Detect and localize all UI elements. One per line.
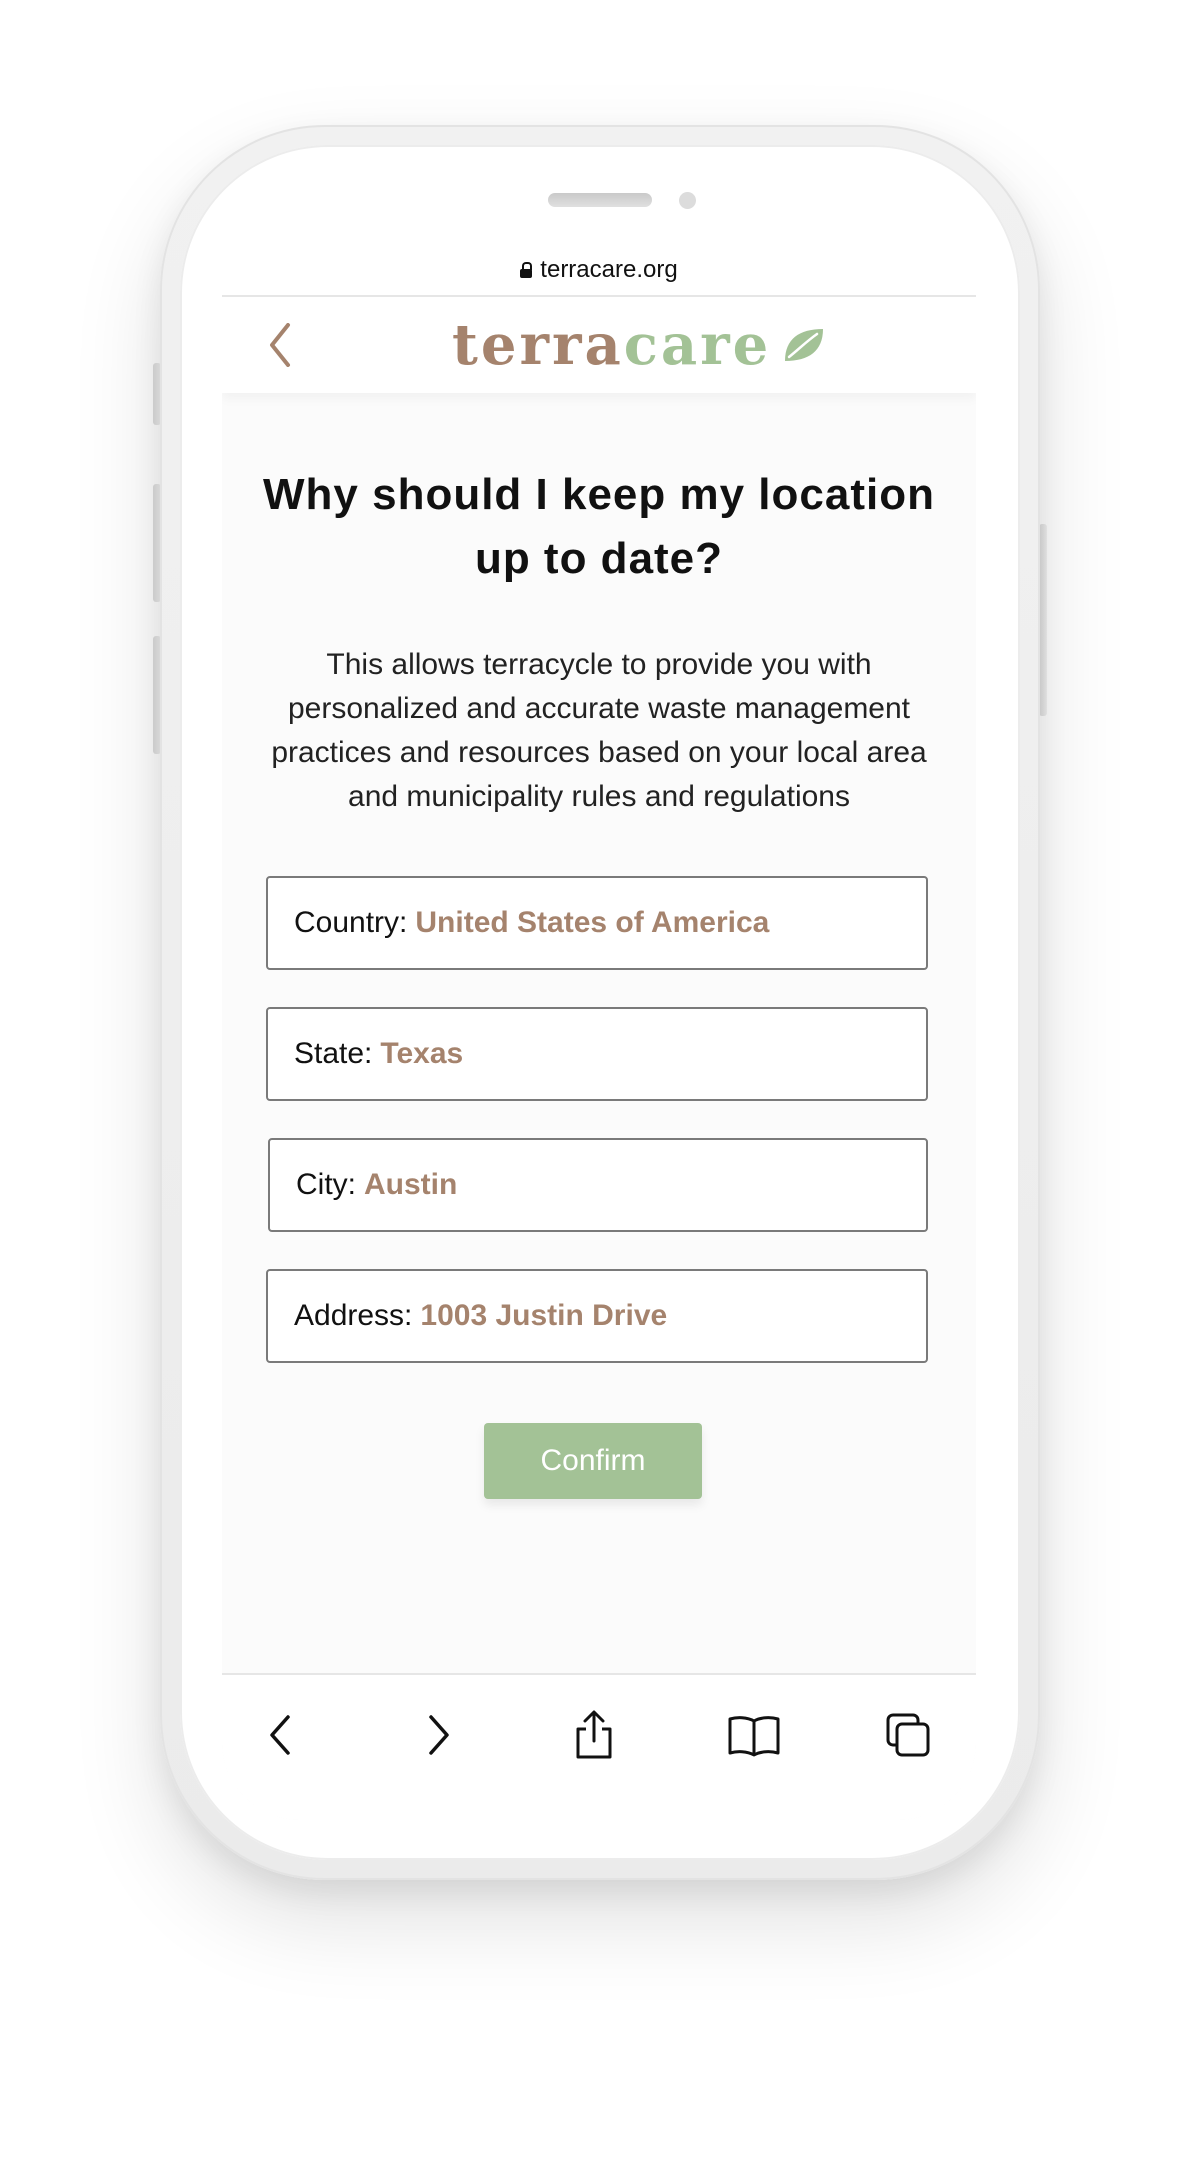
confirm-button[interactable]: Confirm bbox=[484, 1423, 702, 1499]
back-icon[interactable] bbox=[250, 1705, 310, 1765]
lock-icon bbox=[520, 262, 533, 278]
app-header: terra care bbox=[222, 297, 976, 393]
tabs-icon[interactable] bbox=[878, 1705, 938, 1765]
power-button bbox=[1039, 524, 1047, 716]
address-field[interactable]: Address: 1003 Justin Drive bbox=[266, 1269, 928, 1363]
state-value: Texas bbox=[380, 1037, 464, 1070]
state-field[interactable]: State: Texas bbox=[266, 1007, 928, 1101]
leaf-icon bbox=[781, 325, 825, 365]
logo-care-text: care bbox=[623, 312, 772, 378]
browser-toolbar bbox=[222, 1673, 976, 1820]
back-chevron-icon[interactable] bbox=[262, 321, 298, 369]
phone-speaker bbox=[548, 193, 652, 207]
url-text: terracare.org bbox=[540, 256, 678, 283]
country-field[interactable]: Country: United States of America bbox=[266, 876, 928, 970]
screen: terracare.org terra care Why should I kee… bbox=[222, 245, 976, 1820]
page-title: Why should I keep my location up to date… bbox=[263, 470, 935, 583]
bookmarks-icon[interactable] bbox=[724, 1705, 784, 1765]
description-text: This allows terracycle to provide you wi… bbox=[271, 648, 927, 813]
url-bar[interactable]: terracare.org bbox=[222, 245, 976, 297]
address-value: 1003 Justin Drive bbox=[420, 1299, 668, 1332]
country-value: United States of America bbox=[415, 906, 770, 939]
terracare-logo: terra care bbox=[452, 312, 825, 378]
logo-terra-text: terra bbox=[452, 312, 624, 378]
stage: terracare.org terra care Why should I kee… bbox=[0, 0, 1200, 2160]
address-label: Address: bbox=[294, 1299, 413, 1332]
city-value: Austin bbox=[364, 1168, 458, 1201]
city-field[interactable]: City: Austin bbox=[268, 1138, 928, 1232]
country-label: Country: bbox=[294, 906, 408, 939]
phone-camera bbox=[679, 192, 696, 209]
forward-icon[interactable] bbox=[409, 1705, 469, 1765]
city-label: City: bbox=[296, 1168, 356, 1201]
share-icon[interactable] bbox=[564, 1705, 624, 1765]
state-label: State: bbox=[294, 1037, 373, 1070]
